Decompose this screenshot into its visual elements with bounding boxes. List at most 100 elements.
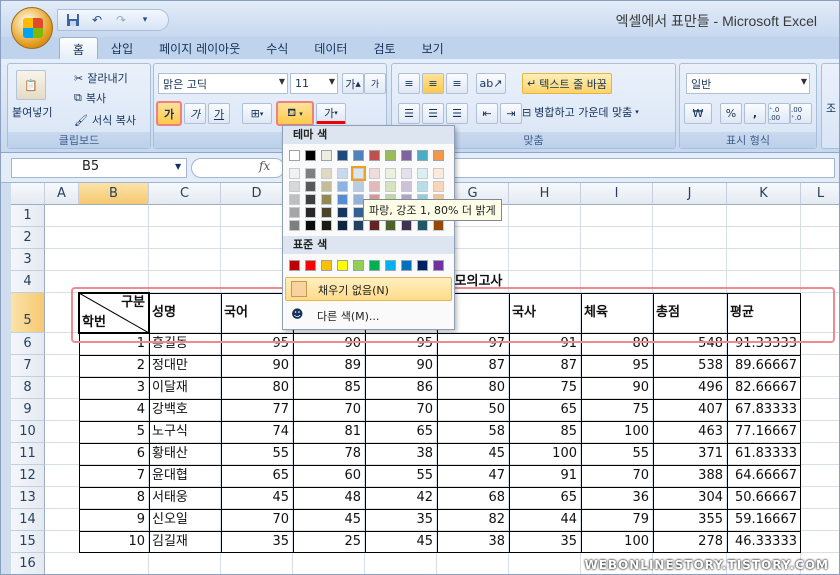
cell-avg[interactable]: 61.83333 (730, 443, 797, 465)
cell-no[interactable]: 2 (82, 355, 145, 377)
borders-button[interactable]: ⊞ ▾ (242, 103, 272, 124)
cell-korean[interactable]: 90 (224, 355, 289, 377)
grow-font-button[interactable]: 가 ▲ (342, 73, 364, 94)
standard-color-swatch[interactable] (401, 260, 412, 271)
theme-shade-swatch[interactable] (321, 220, 332, 231)
cell-korean[interactable]: 77 (224, 399, 289, 421)
cell-history[interactable]: 65 (512, 399, 577, 421)
cell-f[interactable]: 35 (368, 509, 433, 531)
font-size-box[interactable]: 11 ▼ (290, 73, 338, 94)
cell-math[interactable]: 45 (440, 443, 505, 465)
orientation-icon[interactable]: ab↗ (476, 73, 506, 94)
font-name-dropdown-icon[interactable]: ▼ (279, 77, 285, 86)
decrease-decimal-button[interactable]: .00 ⁺.0 (790, 103, 812, 124)
cell-korean[interactable]: 45 (224, 487, 289, 509)
cell-math[interactable]: 47 (440, 465, 505, 487)
no-fill-item[interactable]: 채우기 없음(N) (285, 277, 452, 301)
cell-e[interactable]: 85 (296, 377, 361, 399)
theme-shade-swatch[interactable] (289, 220, 300, 231)
number-format-dropdown-icon[interactable]: ▼ (801, 77, 807, 86)
cell-name[interactable]: 윤대협 (152, 465, 217, 487)
align-bottom-icon[interactable]: ≡ (446, 73, 468, 94)
cell-no[interactable]: 8 (82, 487, 145, 509)
cell-history[interactable]: 87 (512, 355, 577, 377)
cell-e[interactable]: 60 (296, 465, 361, 487)
row-header-6[interactable]: 6 (11, 333, 45, 355)
cell-no[interactable]: 1 (82, 333, 145, 355)
cell-avg[interactable]: 89.66667 (730, 355, 797, 377)
name-box[interactable]: B5 (11, 158, 187, 178)
number-format-box[interactable]: 일반 ▼ (686, 73, 810, 94)
cell-no[interactable]: 10 (82, 531, 145, 553)
cell-name[interactable]: 이달재 (152, 377, 217, 399)
standard-color-swatch[interactable] (433, 260, 444, 271)
theme-shade-swatch[interactable] (401, 220, 412, 231)
theme-shade-swatch[interactable] (353, 181, 364, 192)
theme-shade-swatch[interactable] (289, 168, 300, 179)
cell-math[interactable]: 50 (440, 399, 505, 421)
theme-shade-swatch[interactable] (369, 220, 380, 231)
cell-korean[interactable]: 70 (224, 509, 289, 531)
cell-name[interactable]: 노구식 (152, 421, 217, 443)
merge-center-button[interactable]: ⊟ 병합하고 가운데 맞춤 ▾ (522, 104, 639, 120)
cell-avg[interactable]: 50.66667 (730, 487, 797, 509)
theme-shade-swatch[interactable] (369, 168, 380, 179)
theme-shade-swatch[interactable] (337, 181, 348, 192)
align-left-icon[interactable]: ☰ (398, 103, 420, 124)
cell-e[interactable]: 48 (296, 487, 361, 509)
header-average[interactable]: 평균 (730, 293, 797, 333)
cell-math[interactable]: 82 (440, 509, 505, 531)
cell-total[interactable]: 355 (656, 509, 723, 531)
theme-shade-swatch[interactable] (433, 168, 444, 179)
theme-shade-swatch[interactable] (321, 194, 332, 205)
cell-total[interactable]: 538 (656, 355, 723, 377)
theme-shade-swatch[interactable] (417, 168, 428, 179)
formula-bar-toggle[interactable] (191, 158, 285, 178)
column-header-k[interactable]: K (727, 183, 801, 205)
cell-korean[interactable]: 65 (224, 465, 289, 487)
cell-f[interactable]: 86 (368, 377, 433, 399)
cell-f[interactable]: 95 (368, 333, 433, 355)
cell-history[interactable]: 91 (512, 465, 577, 487)
cell-total[interactable]: 463 (656, 421, 723, 443)
tab-view[interactable]: 보기 (409, 37, 457, 59)
name-box-dropdown-icon[interactable]: ▼ (175, 162, 181, 171)
align-right-icon[interactable]: ☰ (446, 103, 468, 124)
cell-korean[interactable]: 80 (224, 377, 289, 399)
cell-f[interactable]: 90 (368, 355, 433, 377)
column-header-c[interactable]: C (149, 183, 221, 205)
office-button[interactable] (11, 7, 53, 49)
cell-math[interactable]: 87 (440, 355, 505, 377)
standard-color-swatch[interactable] (353, 260, 364, 271)
header-korean[interactable]: 국어 (224, 293, 289, 333)
theme-color-swatch[interactable] (401, 150, 412, 161)
standard-color-swatch[interactable] (305, 260, 316, 271)
standard-color-swatch[interactable] (385, 260, 396, 271)
theme-shade-swatch[interactable] (321, 168, 332, 179)
row-header-2[interactable]: 2 (11, 227, 45, 249)
underline-button[interactable]: 가 (208, 103, 230, 124)
standard-color-swatch[interactable] (417, 260, 428, 271)
row-header-16[interactable]: 16 (11, 553, 45, 574)
theme-shade-swatch[interactable] (351, 166, 366, 181)
cell-pe[interactable]: 75 (584, 399, 649, 421)
cell-e[interactable]: 25 (296, 531, 361, 553)
standard-color-swatch[interactable] (321, 260, 332, 271)
column-header-a[interactable]: A (45, 183, 79, 205)
font-size-dropdown-icon[interactable]: ▼ (329, 77, 335, 86)
tab-review[interactable]: 검토 (360, 37, 408, 59)
cell-e[interactable]: 70 (296, 399, 361, 421)
cell-f[interactable]: 70 (368, 399, 433, 421)
row-header-15[interactable]: 15 (11, 531, 45, 553)
cell-no[interactable]: 3 (82, 377, 145, 399)
cell-e[interactable]: 81 (296, 421, 361, 443)
align-middle-icon[interactable]: ≡ (422, 73, 444, 94)
cell-pe[interactable]: 90 (584, 377, 649, 399)
cell-history[interactable]: 44 (512, 509, 577, 531)
column-header-h[interactable]: H (509, 183, 581, 205)
cell-total[interactable]: 548 (656, 333, 723, 355)
theme-shade-swatch[interactable] (321, 181, 332, 192)
cell-pe[interactable]: 79 (584, 509, 649, 531)
theme-color-swatch[interactable] (337, 150, 348, 161)
italic-button[interactable]: 가 (184, 103, 206, 124)
